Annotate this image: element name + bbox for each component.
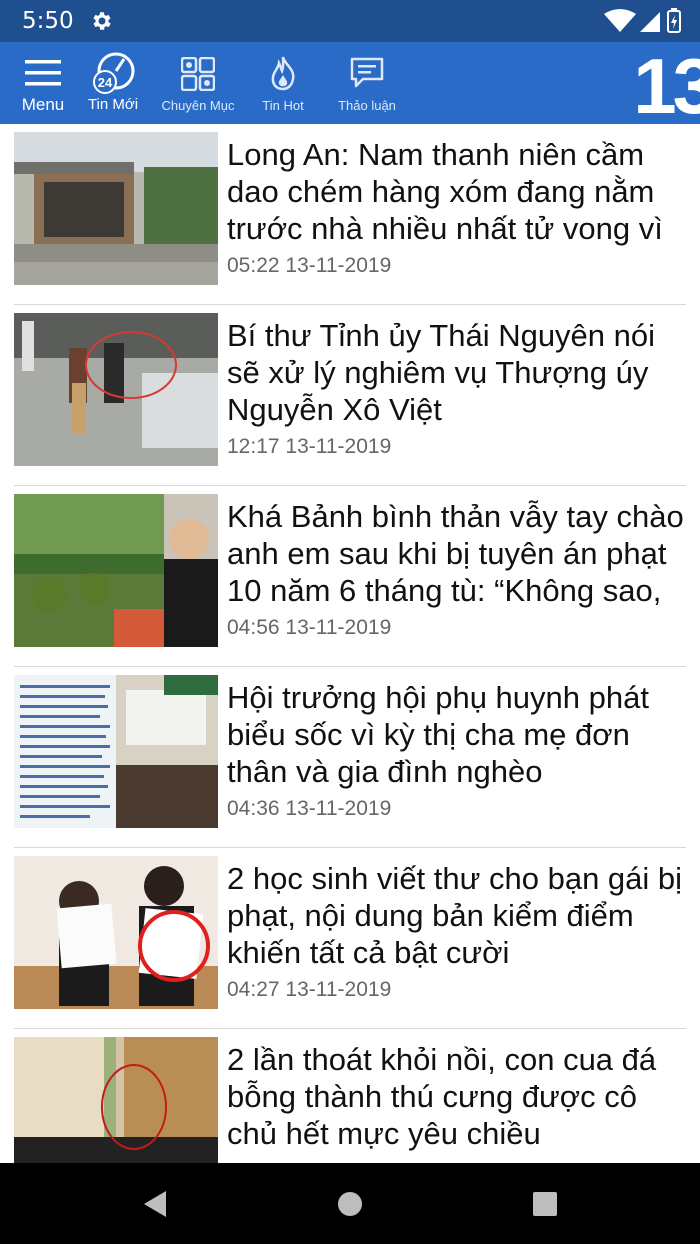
status-bar: 5:50	[0, 0, 700, 42]
menu-button[interactable]: Menu	[14, 42, 72, 124]
home-icon[interactable]	[333, 1187, 367, 1221]
article-time: 04:56 13-11-2019	[227, 616, 392, 639]
chat-icon	[350, 57, 384, 88]
wifi-icon	[604, 9, 636, 32]
hamburger-icon	[25, 60, 61, 86]
clock-24-icon: 24	[93, 52, 135, 94]
article-thumbnail	[14, 675, 218, 828]
tab-thao-luan[interactable]: Thảo luận	[334, 42, 400, 124]
article-title: Long An: Nam thanh niên cầm dao chém hàn…	[227, 137, 663, 246]
article-title: Hội trưởng hội phụ huynh phát biểu sốc v…	[227, 680, 649, 789]
flame-icon	[271, 56, 295, 91]
article-thumbnail	[14, 132, 218, 285]
article-thumbnail	[14, 856, 218, 1009]
system-nav-bar	[0, 1163, 700, 1244]
news-item[interactable]: Bí thư Tỉnh ủy Thái Nguyên nói sẽ xử lý …	[14, 305, 686, 486]
news-item[interactable]: Khá Bảnh bình thản vẫy tay chào anh em s…	[14, 486, 686, 667]
recents-icon[interactable]	[528, 1187, 562, 1221]
news-item[interactable]: Hội trưởng hội phụ huynh phát biểu sốc v…	[14, 667, 686, 848]
article-title: 2 học sinh viết thư cho bạn gái bị phạt,…	[227, 861, 683, 970]
status-time: 5:50	[22, 8, 74, 34]
tab-thao-luan-label: Thảo luận	[338, 98, 396, 113]
article-time: 04:36 13-11-2019	[227, 797, 392, 820]
article-time: 12:17 13-11-2019	[227, 435, 392, 458]
svg-text:24: 24	[98, 75, 113, 90]
tab-chuyen-muc-label: Chuyên Mục	[161, 98, 235, 113]
grid-icon	[181, 57, 215, 91]
tab-tin-moi-label: Tin Mới	[87, 96, 139, 113]
article-thumbnail	[14, 494, 218, 647]
tab-tin-moi[interactable]: 24 Tin Mới	[82, 42, 144, 124]
battery-icon	[667, 8, 681, 33]
article-time: 05:22 13-11-2019	[227, 254, 392, 277]
back-icon[interactable]	[138, 1187, 172, 1221]
news-list[interactable]: Long An: Nam thanh niên cầm dao chém hàn…	[0, 124, 700, 1164]
article-thumbnail	[14, 1037, 218, 1164]
news-item[interactable]: 2 học sinh viết thư cho bạn gái bị phạt,…	[14, 848, 686, 1029]
tab-tin-hot[interactable]: Tin Hot	[253, 42, 313, 124]
article-time: 04:27 13-11-2019	[227, 978, 392, 1001]
status-icons	[604, 8, 681, 33]
article-thumbnail	[14, 313, 218, 466]
tab-menu-label: Menu	[21, 95, 65, 114]
article-title: 2 lần thoát khỏi nồi, con cua đá bỗng th…	[227, 1042, 657, 1151]
settings-gear-icon	[93, 12, 111, 30]
news-item[interactable]: 2 lần thoát khỏi nồi, con cua đá bỗng th…	[14, 1029, 686, 1164]
article-title: Bí thư Tỉnh ủy Thái Nguyên nói sẽ xử lý …	[227, 318, 656, 427]
news-item[interactable]: Long An: Nam thanh niên cầm dao chém hàn…	[14, 124, 686, 305]
brand-logo: 13	[633, 42, 700, 124]
tab-chuyen-muc[interactable]: Chuyên Mục	[158, 42, 238, 124]
article-title: Khá Bảnh bình thản vẫy tay chào anh em s…	[227, 499, 684, 608]
signal-icon	[640, 12, 660, 32]
app-bar: Menu 24 Tin Mới Chuyên Mục Tin Hot Thảo …	[0, 42, 700, 124]
tab-tin-hot-label: Tin Hot	[262, 98, 304, 113]
